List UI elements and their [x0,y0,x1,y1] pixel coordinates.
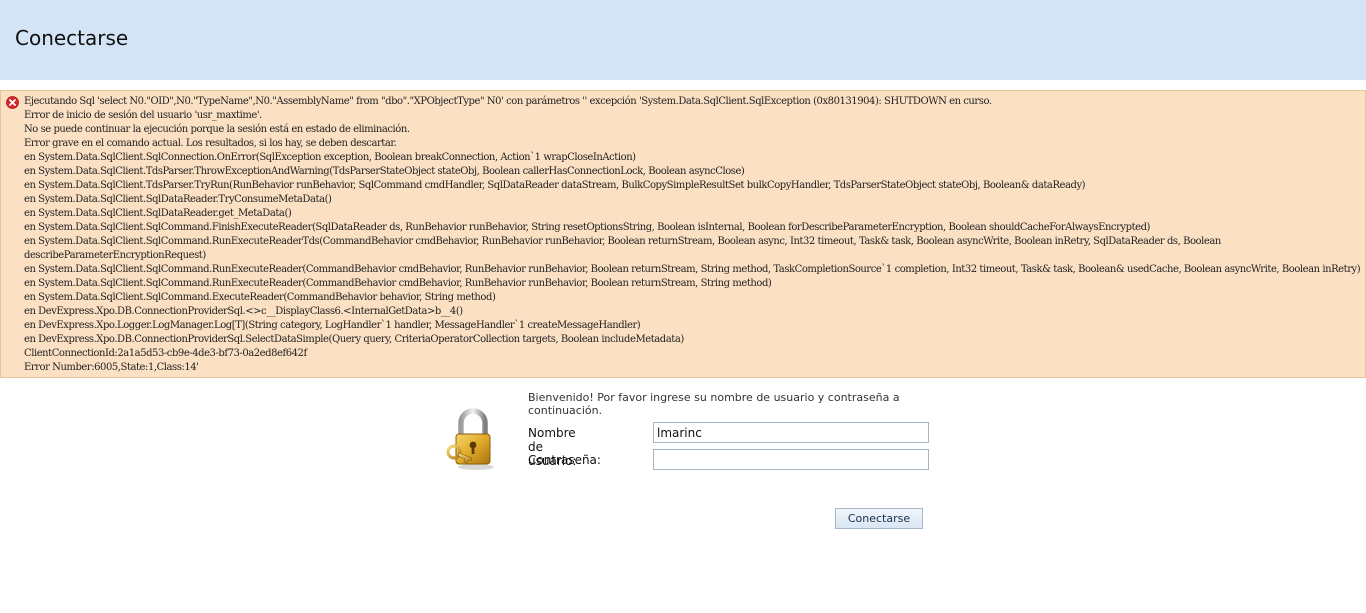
page-header: Conectarse [0,0,1366,80]
error-line: en System.Data.SqlClient.SqlCommand.Exec… [24,292,496,303]
error-line: en DevExpress.Xpo.DB.ConnectionProviderS… [24,306,463,317]
lock-and-key-icon [446,408,494,470]
welcome-message: Bienvenido! Por favor ingrese su nombre … [528,391,900,417]
error-line: en System.Data.SqlClient.SqlConnection.O… [24,152,636,163]
error-line: en System.Data.SqlClient.TdsParser.Throw… [24,166,745,177]
error-line: en DevExpress.Xpo.Logger.LogManager.Log[… [24,320,641,331]
error-message: Ejecutando Sql 'select N0."OID",N0."Type… [24,95,1361,375]
username-field[interactable] [653,422,929,443]
login-button[interactable]: Conectarse [835,508,923,529]
error-line: ClientConnectionId:2a1a5d53-cb9e-4de3-bf… [24,348,307,359]
error-line: en System.Data.SqlClient.SqlCommand.Fini… [24,222,1151,233]
error-line: en System.Data.SqlClient.TdsParser.TryRu… [24,180,1086,191]
error-line: Error de inicio de sesión del usuario 'u… [24,110,262,121]
error-line: Ejecutando Sql 'select N0."OID",N0."Type… [24,96,992,107]
error-panel: Ejecutando Sql 'select N0."OID",N0."Type… [0,90,1366,378]
error-line: en System.Data.SqlClient.SqlCommand.RunE… [24,264,1361,275]
password-label: Contraseña: [528,453,601,467]
page-title: Conectarse [15,26,129,50]
error-line: Error grave en el comando actual. Los re… [24,138,397,149]
error-line: Error Number:6005,State:1,Class:14' [24,362,199,373]
error-line: en System.Data.SqlClient.SqlDataReader.g… [24,208,292,219]
error-line: en System.Data.SqlClient.SqlDataReader.T… [24,194,332,205]
error-line: describeParameterEncryptionRequest) [24,250,206,261]
error-line: en System.Data.SqlClient.SqlCommand.RunE… [24,278,772,289]
error-icon [6,96,19,109]
password-field[interactable] [653,449,929,470]
error-line: en System.Data.SqlClient.SqlCommand.RunE… [24,236,1221,247]
error-line: en DevExpress.Xpo.DB.ConnectionProviderS… [24,334,684,345]
error-line: No se puede continuar la ejecución porqu… [24,124,410,135]
